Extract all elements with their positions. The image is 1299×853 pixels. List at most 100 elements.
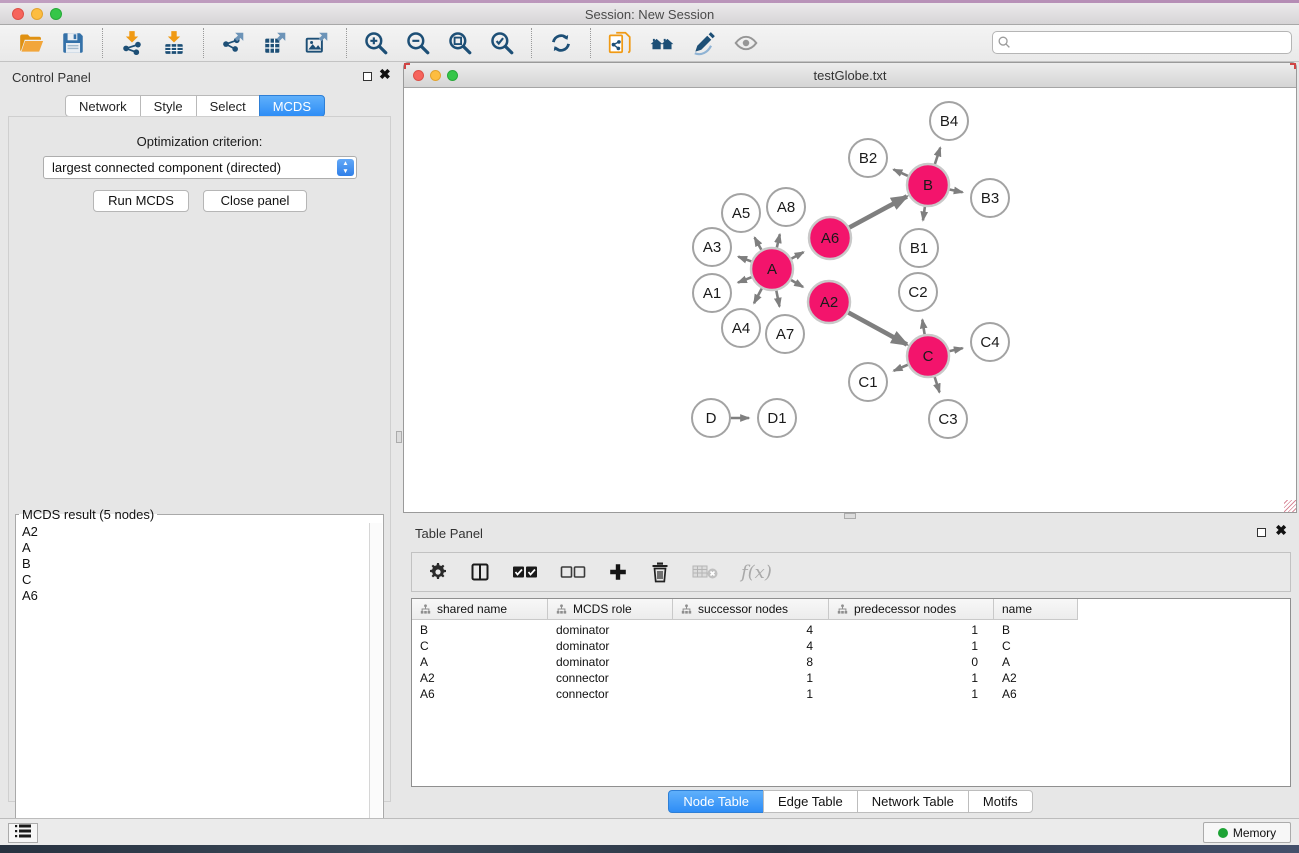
table-cell[interactable]: dominator <box>548 638 673 654</box>
column-visibility-icon[interactable] <box>470 557 490 587</box>
tab-network-table[interactable]: Network Table <box>857 790 969 813</box>
table-cell[interactable]: C <box>994 638 1078 654</box>
node-C2[interactable]: C2 <box>899 273 937 311</box>
mcds-result-item[interactable]: C <box>17 572 369 588</box>
close-panel-button[interactable]: Close panel <box>203 190 307 212</box>
column-header-shared-name[interactable]: shared name <box>412 599 548 620</box>
column-header-successor-nodes[interactable]: successor nodes <box>673 599 829 620</box>
network-window-titlebar[interactable]: testGlobe.txt <box>404 63 1296 88</box>
table-cell[interactable]: A <box>412 654 548 670</box>
mcds-result-item[interactable]: A2 <box>17 524 369 540</box>
table-cell[interactable]: 1 <box>829 638 994 654</box>
edge-A-A4[interactable] <box>754 288 762 303</box>
table-cell[interactable]: 4 <box>673 638 829 654</box>
edge-A2-C[interactable] <box>848 313 907 345</box>
table-cell[interactable]: 1 <box>673 686 829 702</box>
destroy-table-icon[interactable] <box>692 557 719 587</box>
table-cell[interactable]: 1 <box>829 622 994 638</box>
table-cell[interactable]: B <box>994 622 1078 638</box>
import-network-icon[interactable] <box>117 28 147 58</box>
table-row[interactable]: Adominator80A <box>412 654 1290 670</box>
node-C3[interactable]: C3 <box>929 400 967 438</box>
table-row[interactable]: Bdominator41B <box>412 622 1290 638</box>
column-header-MCDS-role[interactable]: MCDS role <box>548 599 673 620</box>
node-A[interactable]: A <box>751 248 793 290</box>
add-column-icon[interactable] <box>608 557 628 587</box>
node-B[interactable]: B <box>907 164 949 206</box>
node-A2[interactable]: A2 <box>808 281 850 323</box>
node-B4[interactable]: B4 <box>930 102 968 140</box>
edge-A-A6[interactable] <box>791 252 803 258</box>
edge-A-A2[interactable] <box>791 280 803 287</box>
node-B2[interactable]: B2 <box>849 139 887 177</box>
memory-button[interactable]: Memory <box>1203 822 1291 843</box>
table-float-panel-icon[interactable] <box>1257 528 1266 537</box>
node-C1[interactable]: C1 <box>849 363 887 401</box>
export-image-icon[interactable] <box>302 28 332 58</box>
edge-B-B2[interactable] <box>894 169 908 175</box>
delete-column-icon[interactable] <box>650 557 670 587</box>
table-cell[interactable]: A2 <box>994 670 1078 686</box>
table-cell[interactable]: A <box>994 654 1078 670</box>
float-panel-icon[interactable] <box>363 72 372 81</box>
open-session-icon[interactable] <box>16 28 46 58</box>
edge-A-A3[interactable] <box>738 257 751 262</box>
export-table-icon[interactable] <box>260 28 290 58</box>
run-mcds-button[interactable]: Run MCDS <box>93 190 189 212</box>
edge-A-A5[interactable] <box>755 237 762 249</box>
edge-C-C3[interactable] <box>935 377 940 392</box>
node-D1[interactable]: D1 <box>758 399 796 437</box>
table-cell[interactable]: A2 <box>412 670 548 686</box>
import-table-icon[interactable] <box>159 28 189 58</box>
mcds-result-item[interactable]: B <box>17 556 369 572</box>
edge-B-B4[interactable] <box>935 148 940 164</box>
zoom-in-icon[interactable] <box>361 28 391 58</box>
save-session-icon[interactable] <box>58 28 88 58</box>
node-D[interactable]: D <box>692 399 730 437</box>
edge-C-C1[interactable] <box>894 365 908 371</box>
table-cell[interactable]: A6 <box>412 686 548 702</box>
mcds-result-item[interactable]: A6 <box>17 588 369 604</box>
node-A3[interactable]: A3 <box>693 228 731 266</box>
column-header-name[interactable]: name <box>994 599 1078 620</box>
window-resize-grip[interactable] <box>1284 500 1296 512</box>
tab-node-table[interactable]: Node Table <box>668 790 764 813</box>
edge-C-C2[interactable] <box>922 320 924 335</box>
table-cell[interactable]: connector <box>548 686 673 702</box>
export-network-icon[interactable] <box>218 28 248 58</box>
table-cell[interactable]: connector <box>548 670 673 686</box>
zoom-fit-icon[interactable] <box>445 28 475 58</box>
task-history-button[interactable] <box>8 823 38 843</box>
close-panel-icon[interactable]: ✖ <box>379 66 391 83</box>
table-cell[interactable]: B <box>412 622 548 638</box>
vertical-split-grip[interactable] <box>396 431 402 443</box>
table-row[interactable]: A2connector11A2 <box>412 670 1290 686</box>
tab-mcds[interactable]: MCDS <box>259 95 325 117</box>
function-builder-icon[interactable]: f(x) <box>741 557 772 587</box>
node-A6[interactable]: A6 <box>809 217 851 259</box>
node-A5[interactable]: A5 <box>722 194 760 232</box>
table-cell[interactable]: dominator <box>548 622 673 638</box>
edge-B-B1[interactable] <box>923 207 925 221</box>
horizontal-split-grip[interactable] <box>844 513 856 519</box>
table-cell[interactable]: 0 <box>829 654 994 670</box>
tab-network[interactable]: Network <box>65 95 141 117</box>
zoom-out-icon[interactable] <box>403 28 433 58</box>
clone-network-icon[interactable] <box>605 28 635 58</box>
table-cell[interactable]: 8 <box>673 654 829 670</box>
table-cell[interactable]: C <box>412 638 548 654</box>
select-all-rows-icon[interactable] <box>512 557 538 587</box>
edge-C-C4[interactable] <box>949 348 962 351</box>
criterion-dropdown[interactable]: largest connected component (directed) ▲… <box>43 156 357 179</box>
table-row[interactable]: A6connector11A6 <box>412 686 1290 702</box>
table-close-panel-icon[interactable]: ✖ <box>1275 522 1287 539</box>
edge-A-A7[interactable] <box>776 291 779 307</box>
tab-motifs[interactable]: Motifs <box>968 790 1033 813</box>
node-B1[interactable]: B1 <box>900 229 938 267</box>
tab-edge-table[interactable]: Edge Table <box>763 790 858 813</box>
table-row[interactable]: Cdominator41C <box>412 638 1290 654</box>
graphics-details-icon[interactable] <box>731 28 761 58</box>
node-A7[interactable]: A7 <box>766 315 804 353</box>
first-neighbors-icon[interactable] <box>647 28 677 58</box>
node-B3[interactable]: B3 <box>971 179 1009 217</box>
